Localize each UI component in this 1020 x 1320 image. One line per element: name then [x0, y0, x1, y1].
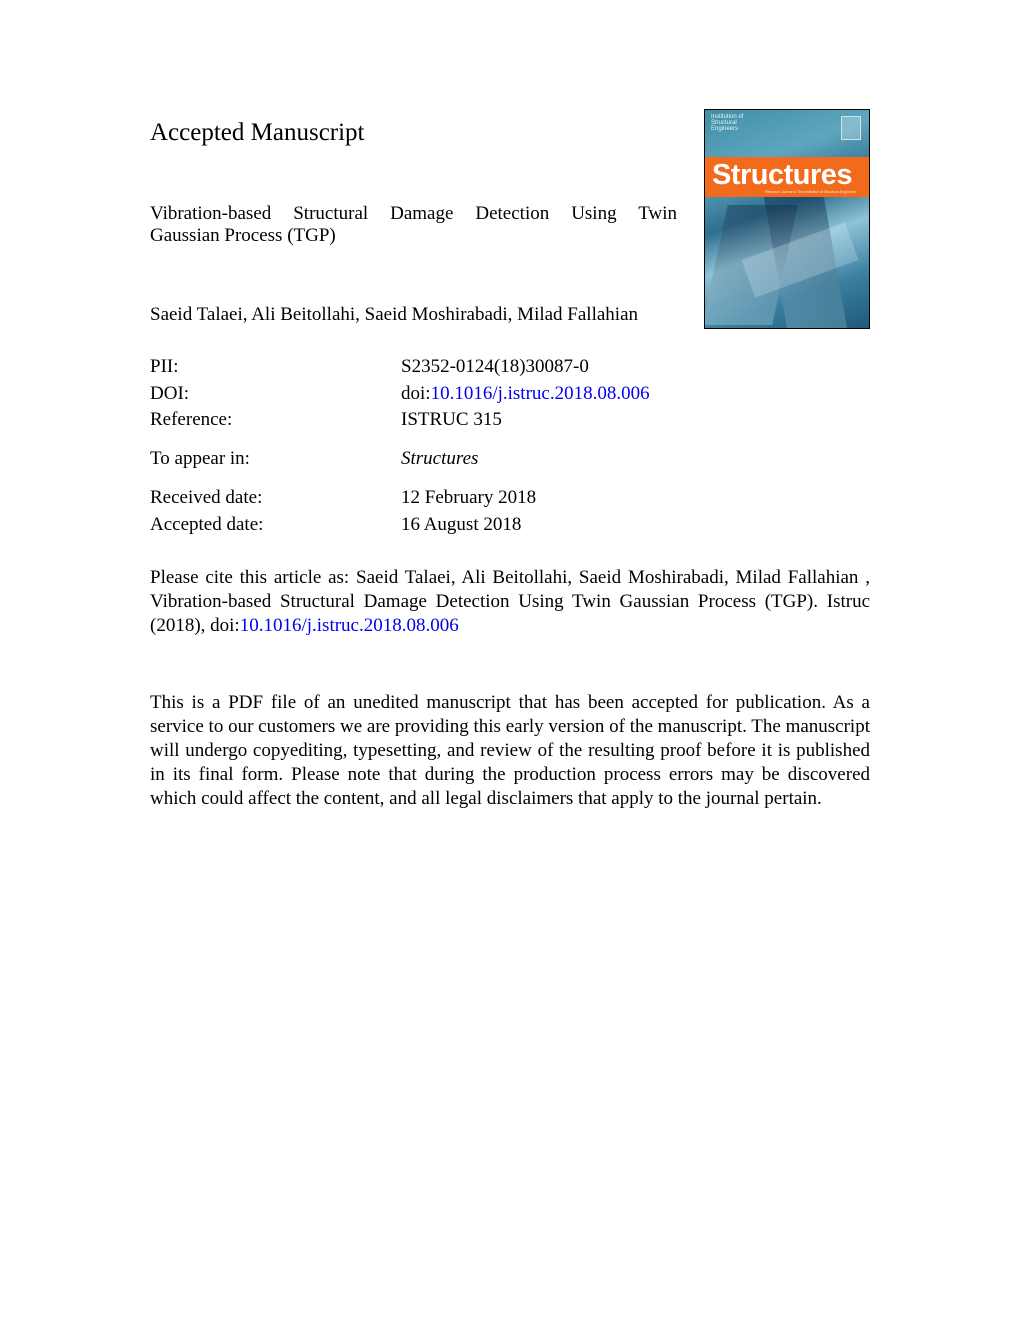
- accepted-date-label: Accepted date:: [150, 514, 264, 535]
- received-date-value: 12 February 2018: [401, 487, 537, 508]
- citation-paragraph: Please cite this article as: Saeid Talae…: [150, 566, 870, 638]
- article-title-line-2: Gaussian Process (TGP): [150, 225, 336, 246]
- article-title-line-1: Vibration-based Structural Damage Detect…: [150, 203, 677, 224]
- reference-value: ISTRUC 315: [401, 409, 502, 430]
- doi-label: DOI:: [150, 383, 190, 404]
- doi-prefix: doi:: [401, 383, 431, 404]
- accepted-date-value: 16 August 2018: [401, 514, 522, 535]
- received-date-label: Received date:: [150, 487, 263, 508]
- article-authors: Saeid Talaei, Ali Beitollahi, Saeid Mosh…: [150, 304, 639, 325]
- elsevier-logo-icon: [841, 116, 861, 140]
- cover-institution-text: Institution of Structural Engineers: [711, 114, 744, 132]
- appear-in-label: To appear in:: [150, 448, 250, 469]
- pii-label: PII:: [150, 356, 179, 377]
- cover-subtitle: Research Journal of The Institution of S…: [765, 190, 856, 194]
- doi-link[interactable]: 10.1016/j.istruc.2018.08.006: [431, 383, 650, 404]
- appear-in-value: Structures: [401, 448, 479, 469]
- cover-journal-title: Structures: [712, 159, 853, 191]
- journal-cover-image: Institution of Structural Engineers Stru…: [704, 109, 870, 329]
- reference-label: Reference:: [150, 409, 233, 430]
- article-title: Vibration-based Structural Damage Detect…: [150, 203, 677, 247]
- pii-value: S2352-0124(18)30087-0: [401, 356, 589, 377]
- manuscript-notice: This is a PDF file of an unedited manusc…: [150, 692, 870, 809]
- citation-doi-link[interactable]: 10.1016/j.istruc.2018.08.006: [240, 615, 459, 636]
- doi-value: doi:10.1016/j.istruc.2018.08.006: [401, 383, 650, 405]
- page-heading: Accepted Manuscript: [150, 119, 365, 146]
